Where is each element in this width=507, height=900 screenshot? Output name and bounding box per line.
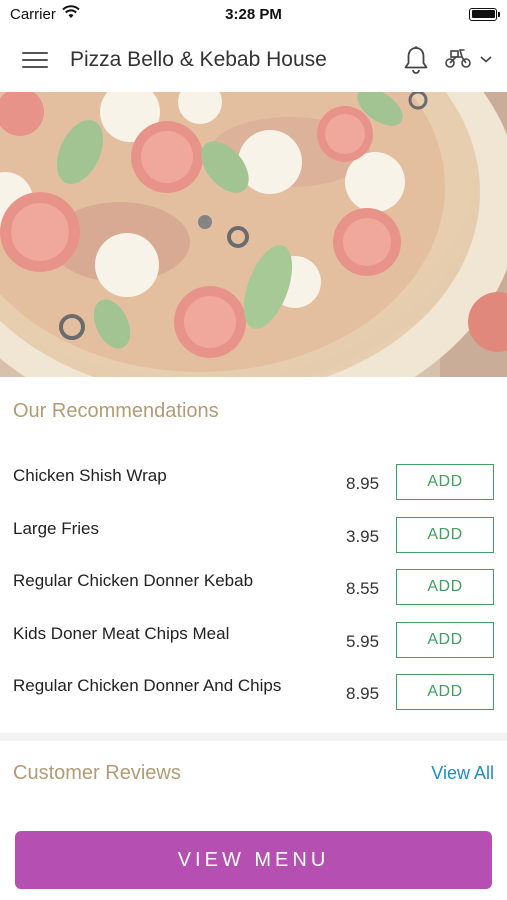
section-divider [0,733,507,741]
scooter-icon [443,46,473,75]
bell-icon[interactable] [403,45,429,75]
add-button[interactable]: ADD [396,621,494,658]
app-header: Pizza Bello & Kebab House [0,28,507,92]
header-icons [403,45,493,75]
add-button[interactable]: ADD [396,674,494,710]
hero-pizza-image [0,92,507,377]
wifi-icon [62,5,80,23]
item-name: Regular Chicken Donner And Chips [13,676,282,695]
list-item: Chicken Shish Wrap 8.95 ADD [0,456,507,509]
status-bar: Carrier 3:28 PM [0,0,507,28]
list-item: Regular Chicken Donner Kebab 8.55 ADD [0,561,507,614]
item-name: Regular Chicken Donner Kebab [13,571,254,590]
chevron-down-icon [479,51,493,69]
reviews-header: Customer Reviews View All [13,762,494,785]
item-name: Chicken Shish Wrap [13,466,167,485]
reviews-title: Customer Reviews [13,762,181,784]
carrier-label: Carrier [10,5,56,23]
view-all-link[interactable]: View All [431,763,494,784]
item-price: 5.95 [346,631,380,651]
status-left: Carrier [10,5,80,23]
delivery-mode-selector[interactable] [443,46,493,75]
restaurant-title: Pizza Bello & Kebab House [70,48,327,71]
list-item: Large Fries 3.95 ADD [0,509,507,562]
list-item: Regular Chicken Donner And Chips 8.95 AD… [0,666,507,719]
item-price: 8.95 [346,474,380,493]
item-price: 3.95 [346,526,380,546]
item-price: 8.55 [346,579,380,598]
battery-icon [469,7,500,21]
add-button[interactable]: ADD [396,464,494,500]
item-name: Kids Doner Meat Chips Meal [13,623,230,643]
item-price: 8.95 [346,684,380,703]
hamburger-menu-icon[interactable] [22,49,48,71]
recommendations-list: Chicken Shish Wrap 8.95 ADD Large Fries … [0,456,507,719]
recommendations-title: Our Recommendations [13,400,219,422]
list-item: Kids Doner Meat Chips Meal 5.95 ADD [0,614,507,667]
item-name: Large Fries [13,518,99,538]
add-button[interactable]: ADD [396,516,494,553]
view-menu-button[interactable]: VIEW MENU [15,831,492,889]
add-button[interactable]: ADD [396,569,494,605]
